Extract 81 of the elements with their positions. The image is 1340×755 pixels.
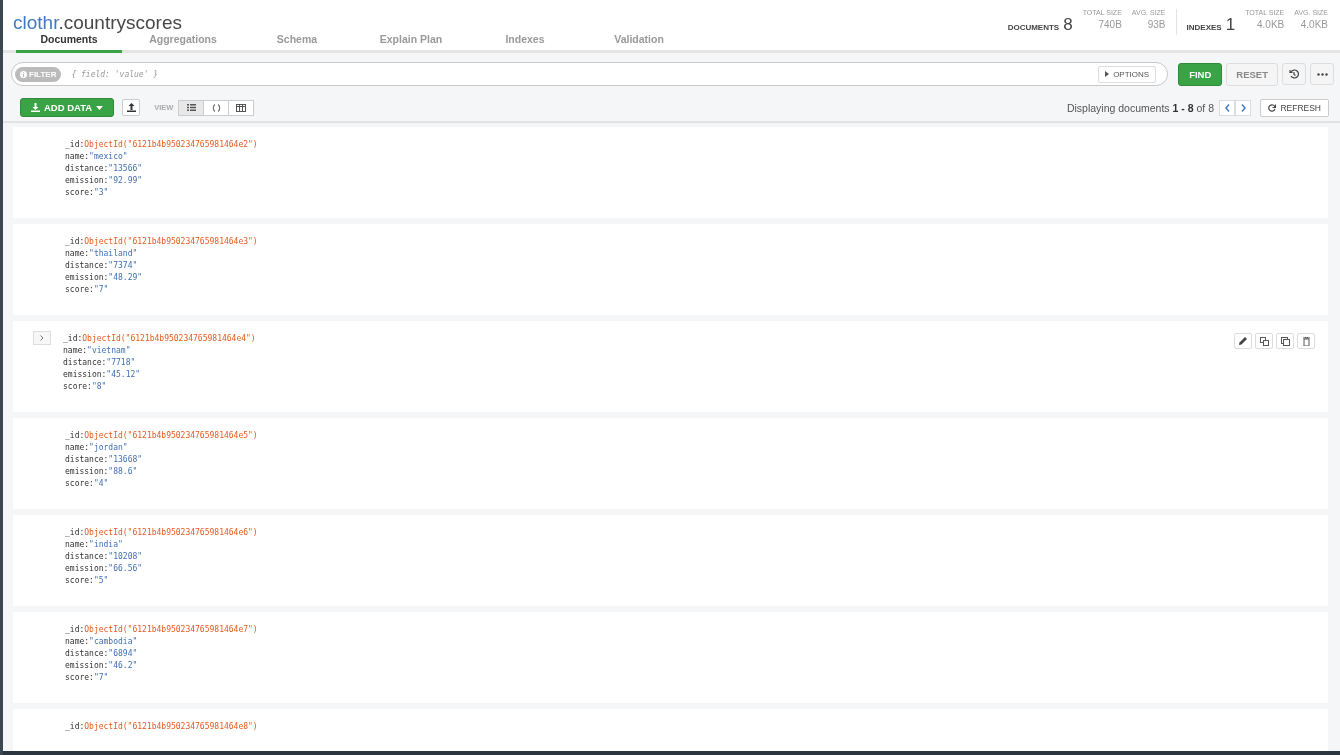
refresh-icon: [1268, 104, 1276, 113]
copy-icon: [1259, 336, 1269, 346]
chevron-left-icon: [1224, 103, 1230, 112]
stat-value: 4.0KB: [1257, 19, 1285, 30]
document-field: score:"8": [63, 381, 256, 393]
export-button[interactable]: [122, 99, 141, 116]
find-button[interactable]: FIND: [1178, 62, 1223, 86]
history-button[interactable]: [1282, 63, 1306, 85]
documents-label: DOCUMENTS: [1007, 23, 1060, 32]
list-view-icon: [186, 104, 196, 111]
stat-value: 4.0KB: [1300, 19, 1328, 30]
more-button[interactable]: [1310, 63, 1334, 85]
document-field: emission:"48.29": [65, 272, 258, 284]
document-field: distance:"6894": [65, 648, 258, 660]
copy-button[interactable]: [1255, 333, 1273, 349]
braces-icon: [211, 103, 221, 112]
table-view-icon: [236, 103, 247, 112]
document-field: score:"3": [65, 187, 258, 199]
clone-button[interactable]: [1276, 333, 1294, 349]
upload-icon: [126, 103, 136, 112]
pencil-icon: [1239, 337, 1247, 345]
documents-count: 8: [1063, 15, 1073, 35]
document-field: _id:ObjectId("6121b4b950234765981464e4"): [63, 333, 256, 345]
more-icon: [1316, 72, 1328, 76]
document-field: distance:"10208": [65, 551, 258, 563]
stat-value: 740B: [1098, 19, 1122, 30]
indexes-label: INDEXES: [1186, 23, 1222, 32]
add-data-button[interactable]: ADD DATA: [20, 98, 115, 117]
chevron-right-icon: [1240, 103, 1246, 112]
document-field: _id:ObjectId("6121b4b950234765981464e6"): [65, 527, 258, 539]
document-field: score:"7": [65, 284, 258, 296]
document-field: name:"cambodia": [65, 636, 258, 648]
document-field: _id:ObjectId("6121b4b950234765981464e3"): [65, 236, 258, 248]
tab[interactable]: Explain Plan: [358, 29, 464, 53]
document-field: score:"7": [65, 672, 258, 684]
document-field: name:"mexico": [65, 151, 258, 163]
document-field: score:"4": [65, 478, 258, 490]
document-field: _id:ObjectId("6121b4b950234765981464e7"): [65, 624, 258, 636]
document-field: emission:"88.6": [65, 466, 258, 478]
document-field: score:"5": [65, 575, 258, 587]
view-toggle[interactable]: [178, 99, 205, 116]
document-field: emission:"66.56": [65, 563, 258, 575]
document-field: _id:ObjectId("6121b4b950234765981464e8"): [65, 721, 258, 733]
view-toggle[interactable]: [203, 99, 230, 116]
triangle-icon: [1104, 71, 1109, 78]
chevron-right-icon: [40, 335, 44, 341]
stat-value: 93B: [1147, 19, 1166, 30]
document-field: name:"india": [65, 539, 258, 551]
document-field: _id:ObjectId("6121b4b950234765981464e2"): [65, 139, 258, 151]
document-field: distance:"7374": [65, 260, 258, 272]
document-field: emission:"45.12": [63, 369, 256, 381]
document-field: distance:"13566": [65, 163, 258, 175]
options-button[interactable]: OPTIONS: [1097, 65, 1157, 83]
clone-icon: [1280, 336, 1290, 346]
reset-button[interactable]: RESET: [1226, 62, 1278, 86]
document-field: distance:"13668": [65, 454, 258, 466]
tab[interactable]: Indexes: [472, 29, 578, 53]
filter-field[interactable]: FILTER { field: 'value' } OPTIONS: [11, 62, 1169, 86]
edit-button[interactable]: [1234, 333, 1252, 349]
download-icon: [31, 103, 40, 112]
caret-icon: [96, 105, 104, 110]
document-field: name:"vietnam": [63, 345, 256, 357]
previous-page-button[interactable]: [1219, 99, 1235, 116]
delete-button[interactable]: [1297, 333, 1315, 349]
tab[interactable]: Validation: [586, 29, 692, 53]
view-toggle[interactable]: [228, 99, 255, 116]
document-field: distance:"7718": [63, 357, 256, 369]
document-field: emission:"46.2": [65, 660, 258, 672]
tab[interactable]: Schema: [244, 29, 350, 53]
refresh-button[interactable]: REFRESH: [1260, 98, 1329, 117]
document-field: name:"jordan": [65, 442, 258, 454]
document-field: _id:ObjectId("6121b4b950234765981464e5"): [65, 430, 258, 442]
document-count-text: Displaying documents 1 - 8 of 8: [1066, 101, 1214, 114]
indexes-count: 1: [1225, 15, 1236, 35]
document-field: emission:"92.99": [65, 175, 258, 187]
info-icon: [20, 70, 27, 78]
trash-icon: [1302, 336, 1310, 346]
history-icon: [1289, 69, 1299, 79]
filter-badge: FILTER: [15, 66, 62, 82]
document-field: name:"thailand": [65, 248, 258, 260]
next-page-button[interactable]: [1235, 99, 1251, 116]
